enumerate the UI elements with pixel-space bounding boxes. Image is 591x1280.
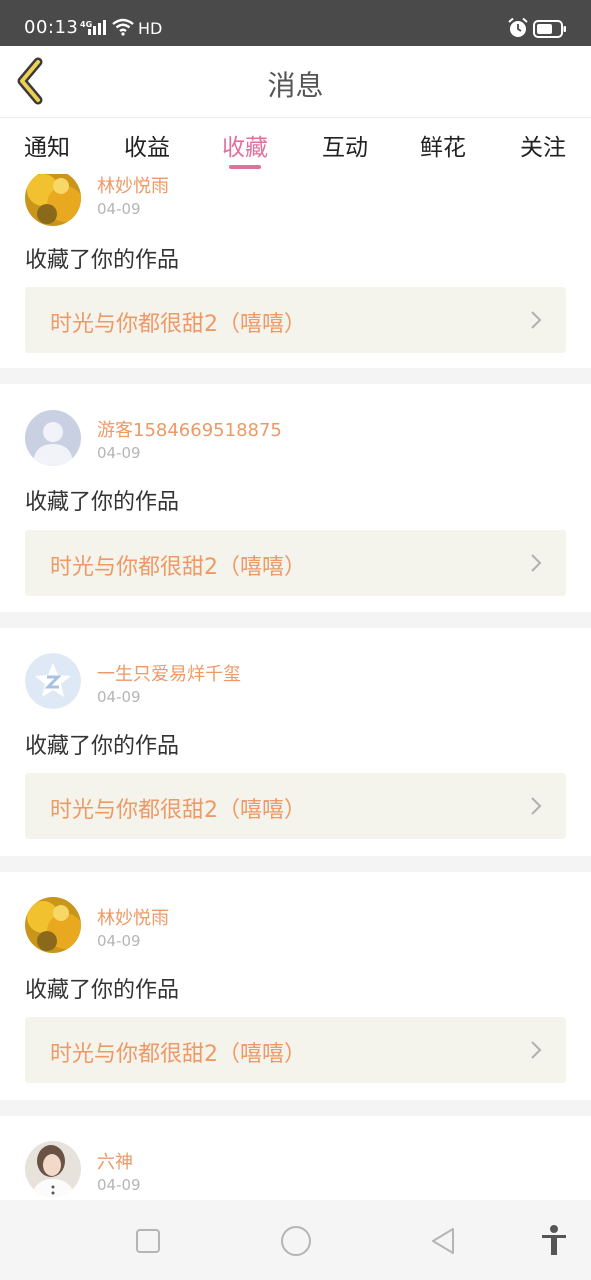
tab-following[interactable]: 关注 bbox=[503, 128, 583, 162]
back-triangle-icon[interactable] bbox=[430, 1226, 456, 1256]
status-bar: 00:13 4G HD bbox=[0, 0, 591, 46]
chevron-right-icon bbox=[531, 1041, 542, 1059]
work-link[interactable]: 时光与你都很甜2（嘻嘻） bbox=[25, 773, 566, 839]
sunflower-avatar[interactable] bbox=[25, 174, 81, 226]
separator bbox=[0, 856, 591, 872]
username[interactable]: 林妙悦雨 bbox=[97, 174, 169, 198]
username[interactable]: 林妙悦雨 bbox=[97, 904, 169, 930]
active-tab-indicator bbox=[229, 165, 261, 169]
list-item: 游客1584669518875 04-09 收藏了你的作品 时光与你都很甜2（嘻… bbox=[0, 384, 591, 612]
work-link[interactable]: 时光与你都很甜2（嘻嘻） bbox=[25, 1017, 566, 1083]
photo-avatar[interactable] bbox=[25, 1141, 81, 1197]
hd-indicator: HD bbox=[138, 19, 163, 38]
page-title: 消息 bbox=[267, 69, 324, 102]
tab-flowers[interactable]: 鲜花 bbox=[403, 128, 483, 162]
default-person-avatar[interactable] bbox=[25, 410, 81, 466]
message-text: 收藏了你的作品 bbox=[25, 978, 180, 1003]
work-title: 时光与你都很甜2（嘻嘻） bbox=[50, 1042, 306, 1067]
work-link[interactable]: 时光与你都很甜2（嘻嘻） bbox=[25, 530, 566, 596]
sunflower-avatar[interactable] bbox=[25, 897, 81, 953]
tab-favorites[interactable]: 收藏 bbox=[205, 128, 285, 162]
battery-icon bbox=[533, 20, 566, 38]
message-text: 收藏了你的作品 bbox=[25, 248, 180, 273]
username[interactable]: 一生只爱易烊千玺 bbox=[97, 660, 241, 686]
list-item: 一生只爱易烊千玺 04-09 收藏了你的作品 时光与你都很甜2（嘻嘻） bbox=[0, 628, 591, 856]
star-badge-avatar[interactable] bbox=[25, 653, 81, 709]
message-date: 04-09 bbox=[97, 932, 141, 950]
message-list[interactable]: 林妙悦雨 04-09 收藏了你的作品 时光与你都很甜2（嘻嘻） 游客158466… bbox=[0, 174, 591, 1200]
message-date: 04-09 bbox=[97, 688, 141, 706]
page-header: 消息 bbox=[0, 46, 591, 118]
tab-interactions[interactable]: 互动 bbox=[305, 128, 385, 162]
alarm-icon bbox=[508, 17, 528, 37]
work-title: 时光与你都很甜2（嘻嘻） bbox=[50, 555, 306, 580]
separator bbox=[0, 612, 591, 628]
message-date: 04-09 bbox=[97, 444, 141, 462]
message-date: 04-09 bbox=[97, 200, 141, 218]
chevron-right-icon bbox=[531, 311, 542, 329]
wifi-icon bbox=[112, 18, 134, 36]
status-time: 00:13 bbox=[24, 17, 79, 38]
signal-icon bbox=[88, 20, 106, 35]
chevron-right-icon bbox=[531, 554, 542, 572]
work-title: 时光与你都很甜2（嘻嘻） bbox=[50, 798, 306, 823]
accessibility-icon[interactable] bbox=[540, 1224, 568, 1256]
tab-notifications[interactable]: 通知 bbox=[7, 128, 87, 162]
message-text: 收藏了你的作品 bbox=[25, 490, 180, 515]
system-nav-bar bbox=[0, 1200, 591, 1280]
recents-square-icon[interactable] bbox=[135, 1228, 161, 1254]
tab-bar: 通知 收益 收藏 互动 鲜花 关注 bbox=[0, 118, 591, 174]
home-circle-icon[interactable] bbox=[280, 1225, 312, 1257]
message-text: 收藏了你的作品 bbox=[25, 734, 180, 759]
chevron-right-icon bbox=[531, 797, 542, 815]
message-date: 04-09 bbox=[97, 1176, 141, 1194]
tab-earnings[interactable]: 收益 bbox=[107, 128, 187, 162]
list-item: 林妙悦雨 04-09 收藏了你的作品 时光与你都很甜2（嘻嘻） bbox=[0, 174, 591, 362]
list-item: 六神 04-09 bbox=[0, 1116, 591, 1200]
separator bbox=[0, 368, 591, 384]
work-title: 时光与你都很甜2（嘻嘻） bbox=[50, 312, 306, 337]
list-item: 林妙悦雨 04-09 收藏了你的作品 时光与你都很甜2（嘻嘻） bbox=[0, 872, 591, 1100]
username[interactable]: 六神 bbox=[97, 1148, 133, 1174]
username[interactable]: 游客1584669518875 bbox=[97, 416, 282, 442]
separator bbox=[0, 1100, 591, 1116]
work-link[interactable]: 时光与你都很甜2（嘻嘻） bbox=[25, 287, 566, 353]
